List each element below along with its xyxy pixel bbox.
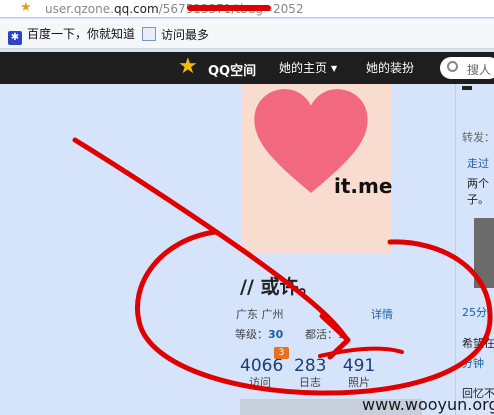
qzone-top-bar: ★ QQ空间 她的主页 ▼ 她的装扮 搜人 <box>0 52 494 84</box>
feed-image[interactable] <box>474 218 494 288</box>
menu-handle[interactable] <box>462 86 472 90</box>
page-icon <box>142 27 156 41</box>
bookmark-baidu[interactable]: ✱ 百度一下，你就知道 <box>8 27 135 45</box>
nav-her-home[interactable]: 她的主页 ▼ <box>279 61 337 76</box>
new-count-badge: 3 <box>274 347 289 359</box>
nickname: // 或许。 <box>240 276 318 298</box>
url-prefix: user.qzone. <box>45 2 114 16</box>
stat-blogs[interactable]: 283 日志 <box>294 356 326 390</box>
search-icon <box>447 61 458 72</box>
feed-time-2[interactable]: 分钟 <box>462 357 484 371</box>
feed-time[interactable]: 25分 <box>462 306 487 320</box>
stat-label: 访问 <box>249 376 271 389</box>
bookmarks-bar: ✱ 百度一下，你就知道 访问最多 <box>0 19 494 49</box>
detail-link[interactable]: 详情 <box>371 306 393 322</box>
address-bar[interactable]: ★ user.qzone.qq.com/567513371/tbug=2052 <box>0 0 494 18</box>
search-box[interactable]: 搜人 <box>440 57 494 79</box>
stat-value: 491 <box>342 356 376 376</box>
level-value: 30 <box>268 328 284 341</box>
stat-value: 283 <box>294 356 327 376</box>
activity-value: 1 <box>338 328 346 341</box>
caret-down-icon: ▼ <box>331 64 338 73</box>
url-text[interactable]: user.qzone.qq.com/567513371/tbug=2052 <box>45 1 304 17</box>
feed-text: 两个 <box>467 177 489 190</box>
search-placeholder: 搜人 <box>467 63 492 77</box>
bookmark-label: 访问最多 <box>161 28 210 42</box>
activity: 都活：1 <box>305 326 346 342</box>
feed-text-2: 子。 <box>467 193 489 206</box>
feed-link[interactable]: 走过 <box>467 157 489 171</box>
qzone-logo-text: QQ空间 <box>208 64 257 79</box>
qzone-star-icon: ★ <box>178 54 198 79</box>
stat-value: 4066 <box>240 356 284 376</box>
activity-label: 都活： <box>305 328 338 341</box>
column-divider <box>455 84 456 415</box>
stat-label: 照片 <box>348 376 370 389</box>
location: 广东 广州 <box>236 308 284 321</box>
bookmark-label: 百度一下，你就知道 <box>27 27 136 41</box>
avatar[interactable]: it.me <box>242 84 392 254</box>
stat-visits[interactable]: 4066 访问 <box>240 356 284 390</box>
stat-label: 日志 <box>299 376 321 389</box>
url-domain: qq.com <box>113 2 159 16</box>
baidu-paw-icon: ✱ <box>8 31 22 45</box>
url-suffix: /567513371/tbug=2052 <box>158 2 304 16</box>
stat-photos[interactable]: 491 照片 <box>342 356 376 390</box>
level-label: 等级： <box>235 328 268 341</box>
nav-her-decor-label: 她的装扮 <box>366 61 415 75</box>
bookmark-most-visited[interactable]: 访问最多 <box>142 27 209 43</box>
nav-her-decor[interactable]: 她的装扮 <box>366 61 414 75</box>
repost-label: 转发： <box>462 131 494 144</box>
feed-text-3: 希望在 <box>462 337 494 350</box>
level: 等级：30 <box>235 326 283 342</box>
nav-her-home-label: 她的主页 <box>279 61 328 75</box>
watermark: www.wooyun.org <box>362 395 494 414</box>
avatar-caption: it.me <box>334 174 392 198</box>
favorite-star-icon[interactable]: ★ <box>20 0 32 16</box>
